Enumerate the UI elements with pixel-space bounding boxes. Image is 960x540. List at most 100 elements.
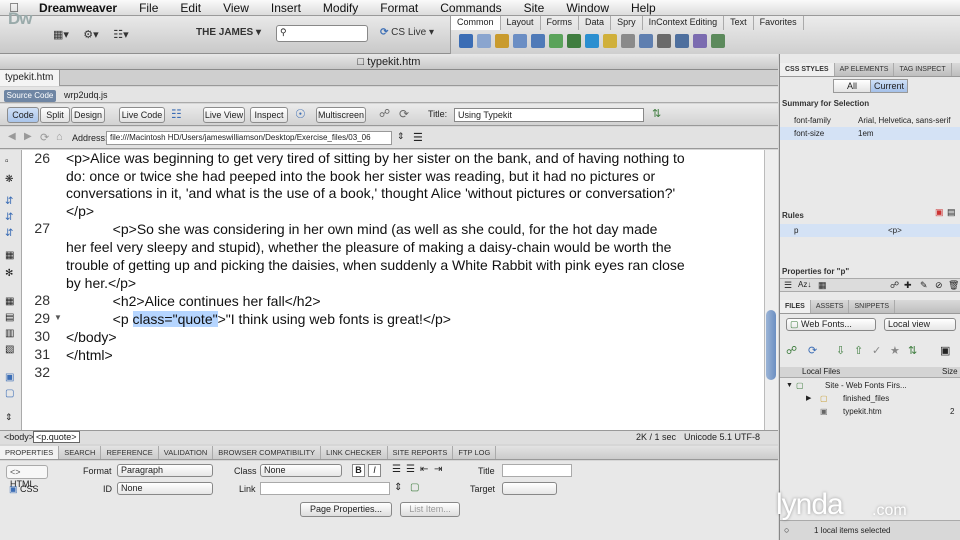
menu-file[interactable]: File (128, 1, 169, 15)
home-icon[interactable]: ⌂ (56, 131, 63, 143)
comment-icon[interactable] (639, 34, 653, 48)
browse-folder-icon[interactable]: ▢ (410, 482, 419, 493)
expand-triangle-icon[interactable]: ▶ (806, 392, 811, 405)
html-mode-button[interactable]: <> HTML (6, 465, 48, 489)
preview-browser-icon[interactable]: ☉ (295, 107, 306, 121)
summary-row[interactable]: font-size 1em (780, 127, 960, 140)
put-files-icon[interactable]: ⇧ (854, 344, 863, 357)
design-view-button[interactable]: Design (71, 107, 105, 123)
insert-tab-common[interactable]: Common (451, 16, 501, 30)
ordered-list-icon[interactable]: ☰ (406, 464, 415, 475)
tab-ap-elements[interactable]: AP ELEMENTS (835, 63, 895, 76)
expand-panel-icon[interactable]: ▣ (940, 344, 950, 357)
page-properties-button[interactable]: Page Properties... (300, 502, 392, 517)
menu-commands[interactable]: Commands (429, 1, 512, 15)
file-management-icon[interactable]: ☍ (379, 107, 390, 120)
inspect-button[interactable]: Inspect (250, 107, 288, 123)
menu-help[interactable]: Help (620, 1, 667, 15)
selected-code[interactable]: class="quote" (132, 311, 218, 327)
target-select[interactable] (502, 482, 557, 495)
link-input[interactable] (260, 482, 390, 495)
class-select[interactable]: None (260, 464, 342, 477)
synchronize-icon[interactable]: ⇅ (908, 344, 917, 357)
bold-button[interactable]: B (352, 464, 365, 477)
menu-view[interactable]: View (212, 1, 260, 15)
menu-format[interactable]: Format (369, 1, 429, 15)
tab-search[interactable]: SEARCH (59, 446, 102, 459)
tab-snippets[interactable]: SNIPPETS (849, 300, 896, 313)
rule-row[interactable]: p <p> (780, 224, 960, 237)
code-view-button[interactable]: Code (7, 107, 39, 123)
tab-site-reports[interactable]: SITE REPORTS (388, 446, 454, 459)
code-scrollbar[interactable] (764, 150, 778, 430)
tab-assets[interactable]: ASSETS (811, 300, 850, 313)
attach-stylesheet-icon[interactable]: ☍ (890, 280, 899, 291)
menu-insert[interactable]: Insert (260, 1, 312, 15)
disable-property-icon[interactable]: ⊘ (935, 280, 943, 291)
tab-reference[interactable]: REFERENCE (101, 446, 159, 459)
insert-tab-forms[interactable]: Forms (541, 16, 580, 30)
insert-tab-text[interactable]: Text (724, 16, 754, 30)
refresh-icon[interactable]: ⟳ (399, 107, 409, 121)
templates-icon[interactable] (693, 34, 707, 48)
insert-tab-spry[interactable]: Spry (611, 16, 643, 30)
menu-site[interactable]: Site (513, 1, 556, 15)
refresh-page-icon[interactable]: ⟳ (40, 131, 49, 144)
new-css-rule-icon[interactable]: ✚ (904, 280, 912, 291)
back-icon[interactable]: ◀ (8, 131, 16, 142)
italic-button[interactable]: I (368, 464, 381, 477)
head-icon[interactable] (657, 34, 671, 48)
layout-menu-icon[interactable]: ▦▾ (50, 25, 72, 43)
code-scrollbar-thumb[interactable] (766, 310, 776, 380)
check-out-icon[interactable]: ✓ (872, 344, 881, 357)
indent-icon[interactable]: ⇥ (434, 464, 442, 475)
email-link-icon[interactable] (477, 34, 491, 48)
check-in-icon[interactable]: ★ (890, 344, 900, 357)
tag-selector-body[interactable]: <body> (4, 432, 34, 442)
show-cascade-icon[interactable]: ▣ (935, 207, 944, 218)
script-icon[interactable] (675, 34, 689, 48)
images-icon[interactable] (567, 34, 581, 48)
validation-icon[interactable]: ☷ (171, 107, 182, 121)
tab-tag-inspector[interactable]: TAG INSPECT (894, 63, 952, 76)
get-files-icon[interactable]: ⇩ (836, 344, 845, 357)
menu-app[interactable]: Dreamweaver (28, 1, 128, 15)
split-view-button[interactable]: Split (40, 107, 70, 123)
date-icon[interactable] (603, 34, 617, 48)
col-local-files[interactable]: Local Files (802, 367, 840, 376)
tag-chooser-icon[interactable] (711, 34, 725, 48)
list-item-button[interactable]: List Item... (400, 502, 460, 517)
current-toggle[interactable]: Current (870, 79, 908, 93)
unordered-list-icon[interactable]: ☰ (392, 464, 401, 475)
site-icon[interactable]: ☷▾ (110, 25, 132, 43)
tab-properties[interactable]: PROPERTIES (0, 446, 60, 459)
menu-modify[interactable]: Modify (312, 1, 369, 15)
collapse-triangle-icon[interactable]: ▼ (786, 379, 793, 392)
connect-icon[interactable]: ☍ (786, 344, 797, 357)
format-select[interactable]: Paragraph (117, 464, 213, 477)
insert-tab-incontext[interactable]: InContext Editing (643, 16, 725, 30)
file-row[interactable]: ▼ ▢ Site - Web Fonts Firs... (780, 379, 960, 392)
browser-options-icon[interactable]: ☰ (413, 131, 423, 144)
tab-browser-compatibility[interactable]: BROWSER COMPATIBILITY (213, 446, 322, 459)
all-toggle[interactable]: All (833, 79, 871, 93)
media-icon[interactable] (585, 34, 599, 48)
menu-edit[interactable]: Edit (169, 1, 212, 15)
tag-selector-p-quote[interactable]: <p.quote> (33, 431, 80, 443)
server-side-include-icon[interactable] (621, 34, 635, 48)
check-browser-icon[interactable]: ⇅ (652, 107, 661, 120)
address-input[interactable]: file:///Macintosh HD/Users/jameswilliams… (106, 131, 392, 145)
document-tab[interactable]: typekit.htm ✕ (0, 70, 60, 98)
tab-ftp-log[interactable]: FTP LOG (453, 446, 497, 459)
summary-row[interactable]: font-family Arial, Helvetica, sans-serif (780, 114, 960, 127)
tab-css-styles[interactable]: CSS STYLES (780, 63, 835, 76)
forward-icon[interactable]: ▶ (24, 131, 32, 142)
multiscreen-button[interactable]: Multiscreen (316, 107, 366, 123)
edit-rule-icon[interactable]: ✎ (920, 280, 928, 291)
live-code-button[interactable]: Live Code (119, 107, 165, 123)
insert-tab-favorites[interactable]: Favorites (754, 16, 804, 30)
cs-live-button[interactable]: ⟳ CS Live ▾ (380, 27, 434, 38)
show-info-icon[interactable]: ▤ (947, 207, 956, 218)
col-size[interactable]: Size (942, 367, 958, 376)
horizontal-rule-icon[interactable] (513, 34, 527, 48)
